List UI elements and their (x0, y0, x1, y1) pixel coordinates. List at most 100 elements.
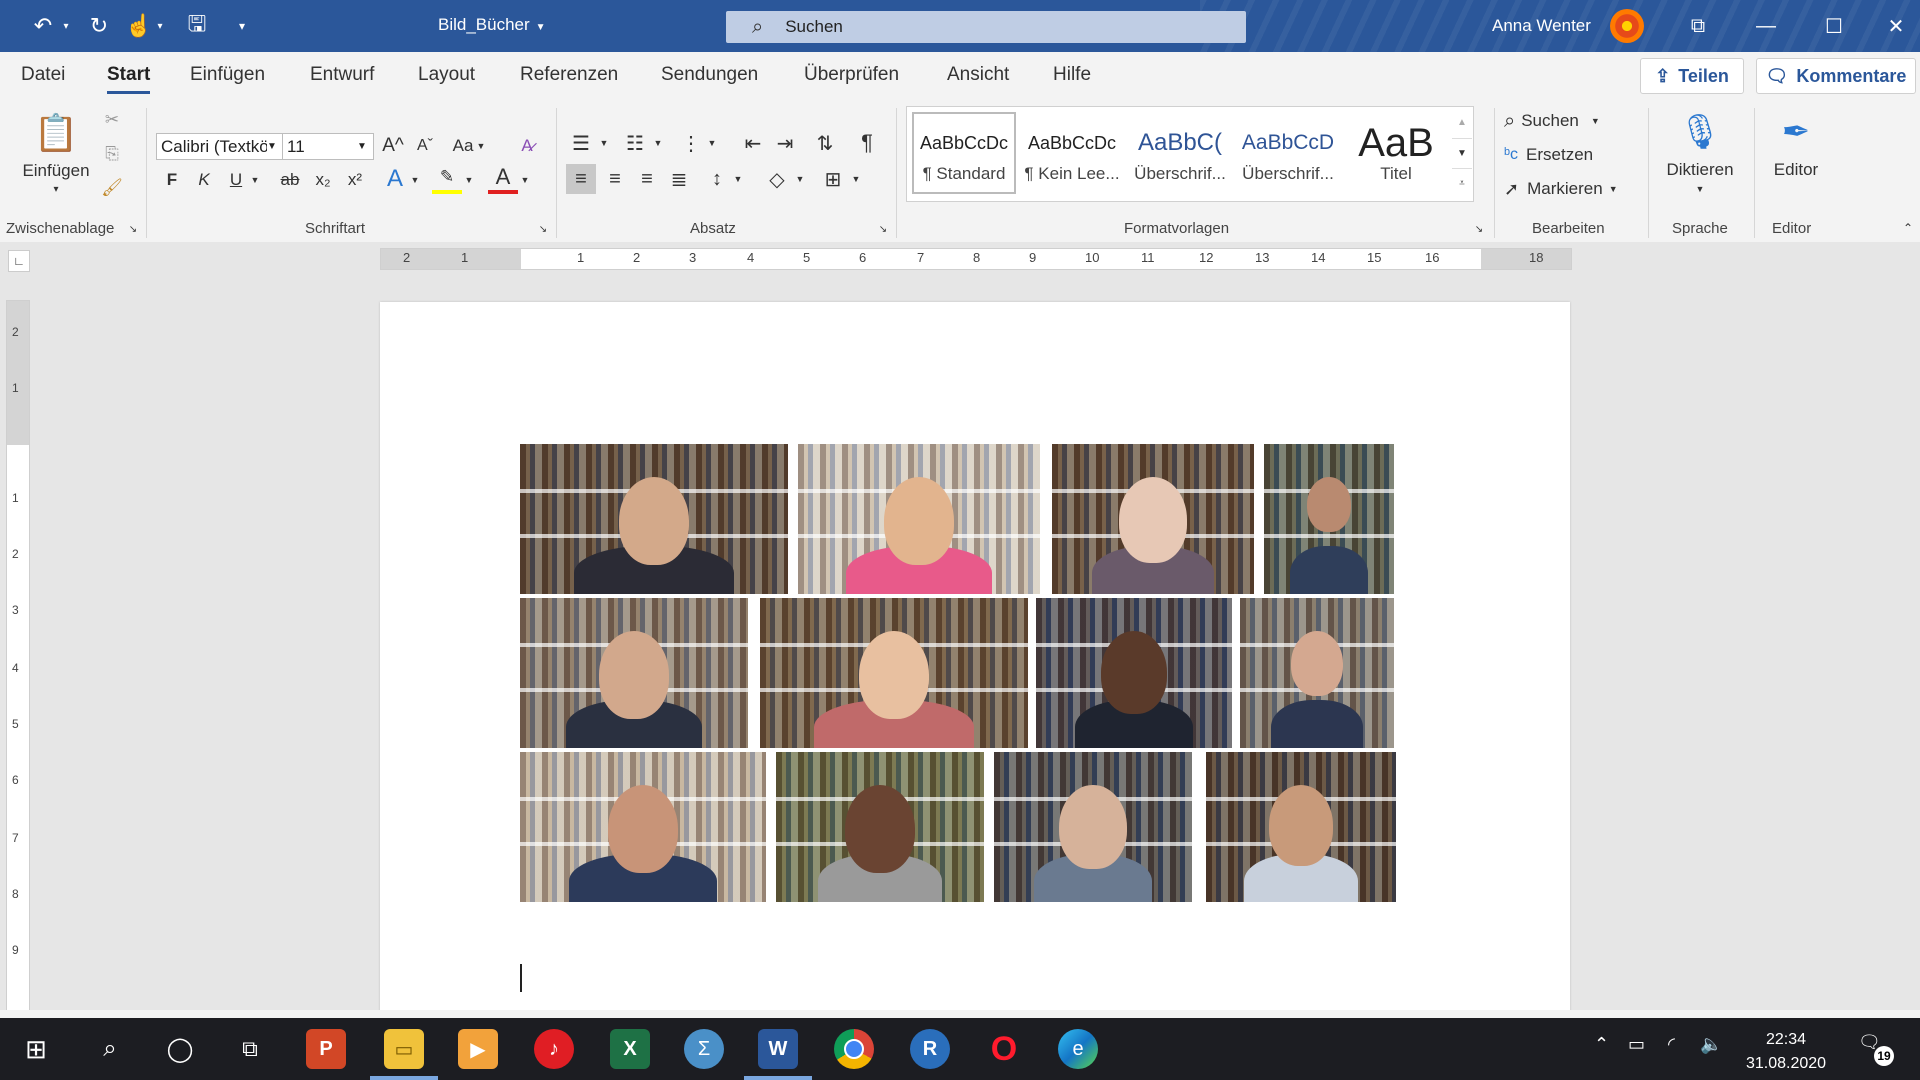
tab-einfuegen[interactable]: Einfügen (190, 64, 265, 86)
format-painter-icon[interactable]: 🖌 (98, 174, 126, 202)
clear-formatting-icon[interactable]: A̷ (512, 132, 542, 160)
style-heading-2[interactable]: AaBbCcD Überschrif... (1236, 112, 1340, 194)
tab-selector-icon[interactable]: ∟ (8, 250, 30, 272)
minimize-icon[interactable]: — (1736, 8, 1796, 44)
font-color-icon[interactable]: A (488, 164, 518, 194)
wifi-icon[interactable]: ◜ (1668, 1034, 1675, 1055)
styles-more-icon[interactable]: ⩡ (1452, 168, 1472, 197)
search-box[interactable]: ⌕ Suchen (726, 11, 1246, 43)
tab-datei[interactable]: Datei (21, 64, 65, 86)
decrease-indent-icon[interactable]: ⇤ (738, 128, 768, 158)
font-color-dropdown-icon[interactable]: ▼ (518, 166, 532, 194)
document-page[interactable] (380, 302, 1570, 1022)
shading-dropdown-icon[interactable]: ▼ (794, 164, 806, 194)
touch-mode-icon[interactable]: ☝ (124, 10, 154, 42)
strikethrough-button[interactable]: ab (276, 166, 304, 194)
editor-button[interactable]: Editor (1760, 158, 1832, 182)
styles-launcher-icon[interactable]: ↘ (1472, 222, 1486, 236)
file-explorer-icon[interactable]: ▭ (384, 1029, 424, 1069)
undo-icon[interactable]: ↶ (28, 10, 58, 42)
edge-icon[interactable]: e (1058, 1029, 1098, 1069)
chevron-up-icon[interactable]: ⌃ (1594, 1034, 1609, 1055)
font-size-select[interactable]: 11 ▼ (282, 133, 374, 160)
powerpoint-icon[interactable]: P (306, 1029, 346, 1069)
horizontal-ruler[interactable]: 2 1 1 2 3 4 5 6 7 8 9 10 11 12 13 14 15 16 18 (380, 248, 1572, 270)
microphone-icon[interactable]: 🎙 (1670, 106, 1730, 158)
share-button[interactable]: ⇪ Teilen (1640, 58, 1744, 94)
vertical-ruler[interactable]: 2 1 1 2 3 4 5 6 7 8 9 (6, 300, 30, 1012)
tab-hilfe[interactable]: Hilfe (1053, 64, 1091, 86)
text-effects-dropdown-icon[interactable]: ▼ (408, 166, 422, 194)
highlight-icon[interactable]: ✎ (432, 164, 462, 194)
bullets-icon[interactable]: ☰ (566, 128, 596, 158)
sort-icon[interactable]: ⇅ (810, 128, 840, 158)
video-tile[interactable] (520, 752, 766, 902)
highlight-dropdown-icon[interactable]: ▼ (462, 166, 476, 194)
show-formatting-button[interactable]: ¶ (852, 128, 882, 158)
shrink-font-icon[interactable]: Aˇ (412, 132, 438, 160)
chrome-icon[interactable] (834, 1029, 874, 1069)
replace-button[interactable]: ᵇc Ersetzen (1504, 142, 1634, 168)
paragraph-launcher-icon[interactable]: ↘ (876, 222, 890, 236)
style-titel[interactable]: AaB Titel (1344, 112, 1448, 194)
task-view-icon[interactable]: ⧉ (230, 1029, 270, 1069)
change-case-button[interactable]: Aa ▼ (452, 132, 486, 160)
dictate-dropdown-icon[interactable]: ▼ (1692, 182, 1708, 196)
notification-center[interactable]: 🗨 19 (1858, 1032, 1894, 1066)
align-right-icon[interactable]: ≡ (632, 164, 662, 194)
video-tile[interactable] (1206, 752, 1396, 902)
video-tile[interactable] (760, 598, 1028, 748)
r-app-icon[interactable]: R (910, 1029, 950, 1069)
grow-font-icon[interactable]: A^ (380, 132, 406, 160)
clipboard-launcher-icon[interactable]: ↘ (126, 222, 140, 236)
collapse-ribbon-icon[interactable]: ⌃ (1900, 220, 1916, 236)
justify-icon[interactable]: ≣ (664, 164, 694, 194)
user-name[interactable]: Anna Wenter (1492, 16, 1591, 36)
style-standard[interactable]: AaBbCcDc ¶ Standard (912, 112, 1016, 194)
paste-dropdown-icon[interactable]: ▾ (48, 182, 64, 196)
system-clock[interactable]: 22:34 31.08.2020 (1734, 1028, 1838, 1076)
tab-entwurf[interactable]: Entwurf (310, 64, 374, 86)
windows-start-icon[interactable]: ⊞ (16, 1029, 56, 1069)
excel-icon[interactable]: X (610, 1029, 650, 1069)
volume-icon[interactable]: 🔈 (1700, 1034, 1722, 1055)
numbering-dropdown-icon[interactable]: ▼ (652, 128, 664, 158)
opera-icon[interactable]: O (984, 1029, 1024, 1069)
comments-button[interactable]: 🗨 Kommentare (1756, 58, 1916, 94)
styles-scroll-down-icon[interactable]: ▼ (1452, 138, 1472, 167)
maximize-icon[interactable]: ☐ (1804, 8, 1864, 44)
bold-button[interactable]: F (160, 166, 184, 194)
save-icon[interactable]: 🖫 (182, 10, 212, 42)
superscript-button[interactable]: x² (342, 166, 368, 194)
align-center-icon[interactable]: ≡ (600, 164, 630, 194)
select-button[interactable]: ➚ Markieren ▼ (1504, 176, 1634, 202)
paste-icon[interactable]: 📋 (32, 106, 80, 160)
cut-icon[interactable]: ✂ (98, 106, 126, 134)
style-kein-leerraum[interactable]: AaBbCcDc ¶ Kein Lee... (1020, 112, 1124, 194)
styles-scroll-up-icon[interactable]: ▲ (1452, 108, 1472, 136)
shading-icon[interactable]: ◇ (762, 164, 792, 194)
numbering-icon[interactable]: ☷ (620, 128, 650, 158)
video-tile[interactable] (1240, 598, 1394, 748)
style-heading-1[interactable]: AaBbC(Überschrif... (1128, 112, 1232, 194)
ribbon-display-icon[interactable]: ⧉ (1668, 8, 1728, 44)
borders-icon[interactable]: ⊞ (818, 164, 848, 194)
customize-toolbar-icon[interactable]: ▾ (232, 10, 252, 42)
tab-layout[interactable]: Layout (418, 64, 475, 86)
document-title[interactable]: Bild_Bücher ▼ (438, 15, 546, 35)
video-tile[interactable] (994, 752, 1192, 902)
font-family-select[interactable]: Calibri (Textkörper)▼ (156, 133, 284, 160)
calculator-app-icon[interactable]: Σ (684, 1029, 724, 1069)
word-icon[interactable]: W (758, 1029, 798, 1069)
cortana-icon[interactable]: ◯ (160, 1029, 200, 1069)
tab-start[interactable]: Start (107, 64, 151, 94)
underline-dropdown-icon[interactable]: ▼ (248, 166, 262, 194)
close-icon[interactable]: ✕ (1866, 8, 1920, 44)
font-launcher-icon[interactable]: ↘ (536, 222, 550, 236)
line-spacing-icon[interactable]: ↕ (702, 164, 732, 194)
video-tile[interactable] (520, 598, 748, 748)
tab-ansicht[interactable]: Ansicht (947, 64, 1009, 86)
text-effects-icon[interactable]: A (380, 164, 410, 194)
underline-button[interactable]: U (224, 166, 248, 194)
battery-icon[interactable]: ▭ (1628, 1034, 1645, 1055)
